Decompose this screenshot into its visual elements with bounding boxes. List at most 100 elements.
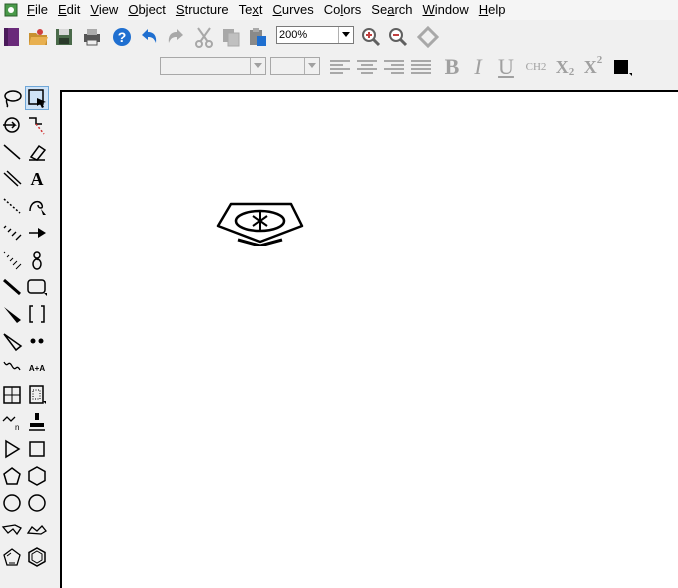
reaction-mapping-tool[interactable]: A+A xyxy=(25,356,49,380)
menu-structure[interactable]: Structure xyxy=(171,0,234,20)
zoom-out-button[interactable] xyxy=(386,25,410,49)
paste-button[interactable] xyxy=(246,25,270,49)
orbital-lobe-tool[interactable] xyxy=(25,248,49,272)
solid-bond-tool[interactable] xyxy=(0,140,24,164)
menu-curves[interactable]: Curves xyxy=(268,0,319,20)
hashed-wedge-tool[interactable] xyxy=(0,248,24,272)
redo-button[interactable] xyxy=(164,25,188,49)
font-name-dropdown[interactable] xyxy=(160,57,266,75)
orbital-tool[interactable] xyxy=(0,113,24,137)
copy-button[interactable] xyxy=(219,25,243,49)
subscript-button[interactable]: X2 xyxy=(552,56,578,79)
menu-object[interactable]: Object xyxy=(123,0,171,20)
cut-button[interactable] xyxy=(192,25,216,49)
undo-arrow-icon xyxy=(142,29,157,43)
template-tool[interactable] xyxy=(25,383,49,407)
print-button[interactable] xyxy=(80,25,104,49)
menu-window[interactable]: Window xyxy=(418,0,474,20)
rounded-rectangle-icon xyxy=(27,279,47,296)
zoom-select[interactable]: 200% xyxy=(276,26,354,44)
text-tool[interactable]: A xyxy=(25,167,49,191)
drawing-canvas[interactable] xyxy=(60,90,678,588)
chevron-down-icon[interactable] xyxy=(338,27,353,43)
eraser-tool[interactable] xyxy=(25,140,49,164)
menu-object-mnemonic: O xyxy=(128,2,139,17)
menu-view[interactable]: View xyxy=(85,0,123,20)
zoom-in-button[interactable] xyxy=(359,25,383,49)
menu-colors-label: ors xyxy=(343,2,362,17)
rotate-bond-tool[interactable] xyxy=(25,113,49,137)
undo-button[interactable] xyxy=(137,25,161,49)
cyclohexane-chair-tool-1[interactable] xyxy=(0,518,24,542)
square-icon xyxy=(29,441,45,457)
menu-colors[interactable]: Colors xyxy=(319,0,367,20)
triangle-icon xyxy=(5,439,21,459)
justify-button[interactable] xyxy=(409,56,433,78)
clean-structure-button[interactable] xyxy=(416,25,440,49)
italic-button[interactable]: I xyxy=(466,54,490,79)
cyclopentadiene-tool[interactable] xyxy=(0,545,24,569)
menu-file[interactable]: File xyxy=(22,0,53,20)
square-ring-tool[interactable] xyxy=(25,437,49,461)
new-document-button[interactable] xyxy=(0,25,24,49)
underline-button[interactable]: U xyxy=(494,54,518,79)
font-size-chevron-down-icon[interactable] xyxy=(304,58,319,74)
heptagon-ring-tool[interactable] xyxy=(0,491,24,515)
menu-help[interactable]: Help xyxy=(474,0,511,20)
align-left-button[interactable] xyxy=(328,56,352,78)
drawing-elements-tool[interactable] xyxy=(25,275,49,299)
font-name-chevron-down-icon[interactable] xyxy=(250,58,265,74)
double-bond-icon xyxy=(3,170,22,187)
octagon-ring-tool[interactable] xyxy=(25,491,49,515)
menu-file-mnemonic: F xyxy=(27,2,35,17)
map-tool-label: A+A xyxy=(28,363,46,373)
multiple-bond-tool[interactable] xyxy=(0,167,24,191)
wavy-bond-tool[interactable] xyxy=(0,356,24,380)
arrow-tool[interactable] xyxy=(25,221,49,245)
hashed-bond-tool[interactable] xyxy=(0,221,24,245)
bold-bond-tool[interactable] xyxy=(0,275,24,299)
wedge-bond-tool[interactable] xyxy=(0,302,24,326)
chemical-symbols-tool[interactable] xyxy=(25,329,49,353)
bold-button[interactable]: B xyxy=(440,54,464,79)
pentagon-icon xyxy=(3,467,21,485)
rotate-bond-icon xyxy=(29,117,45,135)
marquee-tool[interactable] xyxy=(25,86,49,110)
help-button[interactable]: ? xyxy=(110,25,134,49)
stamp-tool[interactable] xyxy=(25,410,49,434)
zoom-value: 200% xyxy=(279,29,308,41)
copy-icon xyxy=(223,29,240,47)
text-color-button[interactable] xyxy=(610,56,634,78)
cyclopentadienyl-aromatic-structure[interactable] xyxy=(216,198,304,246)
menu-edit[interactable]: Edit xyxy=(53,0,85,20)
cyclohexane-chair-tool-2[interactable] xyxy=(25,518,49,542)
brackets-tool[interactable] xyxy=(25,302,49,326)
triangle-ring-tool[interactable] xyxy=(0,437,24,461)
save-button[interactable] xyxy=(52,25,76,49)
formula-ch2-button[interactable]: CH2 xyxy=(522,56,550,78)
lasso-tool[interactable] xyxy=(0,86,24,110)
arrow-right-icon xyxy=(29,228,46,238)
superscript-button[interactable]: X2 xyxy=(580,54,606,78)
hexagon-ring-tool[interactable] xyxy=(25,464,49,488)
align-center-icon xyxy=(357,60,377,74)
menu-help-mnemonic: H xyxy=(478,2,489,17)
text-tool-label: A xyxy=(30,168,44,189)
benzene-ring-tool[interactable] xyxy=(25,545,49,569)
align-right-button[interactable] xyxy=(382,56,406,78)
menu-text[interactable]: Text xyxy=(234,0,268,20)
open-button[interactable] xyxy=(26,25,50,49)
align-center-button[interactable] xyxy=(355,56,379,78)
table-tool[interactable] xyxy=(0,383,24,407)
justify-icon xyxy=(411,60,431,74)
chain-tool[interactable]: n xyxy=(0,410,24,434)
dashed-bond-tool[interactable] xyxy=(0,194,24,218)
pen-tool[interactable] xyxy=(25,194,49,218)
pentagon-ring-tool[interactable] xyxy=(0,464,24,488)
menu-search[interactable]: Search xyxy=(366,0,417,20)
marquee-select-icon xyxy=(28,89,46,108)
menu-view-label: iew xyxy=(98,2,119,17)
hollow-wedge-tool[interactable] xyxy=(0,329,24,353)
menu-structure-label: tructure xyxy=(184,2,229,17)
font-size-dropdown[interactable] xyxy=(270,57,320,75)
